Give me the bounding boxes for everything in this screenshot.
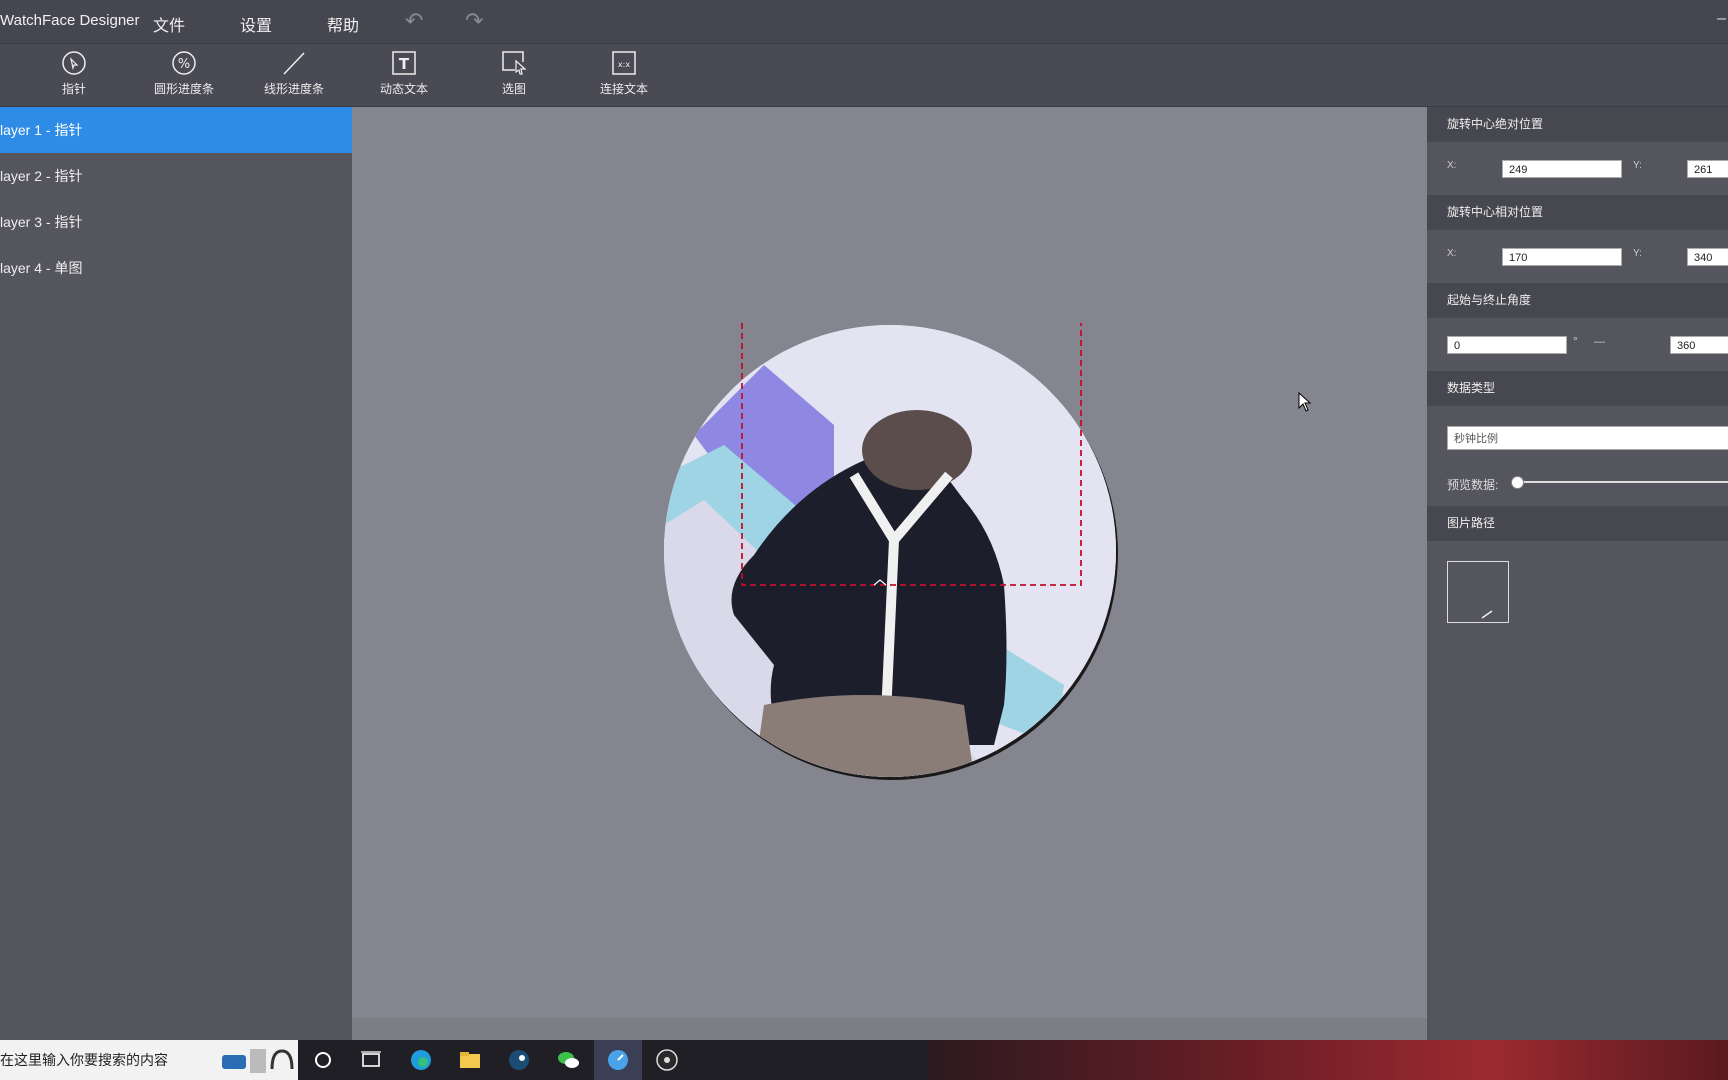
menu-help[interactable]: 帮助 — [327, 12, 359, 36]
preview-data-label: 预览数据: — [1447, 478, 1499, 492]
image-path-body — [1427, 541, 1728, 641]
rel-y-label: Y: — [1633, 248, 1642, 259]
tool-pointer[interactable]: 指针 — [19, 50, 129, 97]
tool-select-image[interactable]: 选图 — [459, 50, 569, 97]
abs-x-label: X: — [1447, 160, 1457, 171]
steam-icon[interactable] — [506, 1048, 532, 1072]
taskbar-search-input[interactable]: 在这里输入你要搜索的内容 — [0, 1040, 298, 1080]
text-glyph: T — [399, 55, 410, 73]
system-tray-wallpaper — [928, 1040, 1728, 1080]
cortana-icon[interactable] — [310, 1048, 336, 1072]
abs-y-input[interactable]: 261 — [1687, 160, 1728, 178]
tool-label: 选图 — [501, 82, 526, 96]
search-doodle-icon — [222, 1049, 294, 1073]
layer-item-2[interactable]: layer 2 - 指针 — [0, 153, 352, 199]
rel-y-input[interactable]: 340 — [1687, 248, 1728, 266]
image-thumbnail[interactable] — [1447, 561, 1509, 623]
select-image-icon — [502, 51, 527, 75]
wechat-icon[interactable] — [555, 1048, 581, 1072]
tool-circle-progress[interactable]: % 圆形进度条 — [129, 50, 239, 97]
tool-label: 圆形进度条 — [153, 82, 214, 96]
toolbar: 指针 % 圆形进度条 线形进度条 T 动态文本 选图 x:x 连接文本 — [0, 44, 1728, 107]
obs-icon[interactable] — [654, 1048, 680, 1072]
search-placeholder: 在这里输入你要搜索的内容 — [0, 1052, 168, 1068]
tool-dynamic-text[interactable]: T 动态文本 — [349, 50, 459, 97]
angle-header: 起始与终止角度 — [1427, 283, 1728, 318]
menu-settings[interactable]: 设置 — [240, 12, 272, 36]
preview-slider-track[interactable] — [1515, 481, 1728, 483]
layer-item-3[interactable]: layer 3 - 指针 — [0, 199, 352, 245]
menu-file[interactable]: 文件 — [153, 12, 185, 36]
rel-position-row: X: 170 Y: 340 — [1427, 230, 1728, 283]
tool-line-progress[interactable]: 线形进度条 — [239, 50, 349, 97]
minimize-button[interactable]: – — [1717, 10, 1726, 28]
rel-x-label: X: — [1447, 248, 1457, 259]
task-view-icon[interactable] — [358, 1048, 384, 1072]
tool-label: 动态文本 — [379, 82, 428, 96]
abs-position-header: 旋转中心绝对位置 — [1427, 107, 1728, 142]
image-path-header: 图片路径 — [1427, 506, 1728, 541]
layers-panel: layer 1 - 指针 layer 2 - 指针 layer 3 - 指针 l… — [0, 107, 352, 1042]
rel-x-input[interactable]: 170 — [1502, 248, 1622, 266]
properties-panel: 旋转中心绝对位置 X: 249 Y: 261 旋转中心相对位置 X: 170 Y… — [1427, 107, 1728, 1042]
tool-link-text[interactable]: x:x 连接文本 — [569, 50, 679, 97]
link-text-icon: x:x — [612, 51, 636, 75]
dynamic-text-icon: T — [392, 51, 416, 75]
undo-icon[interactable]: ↶ — [405, 8, 423, 34]
app-title: WatchFace Designer — [0, 12, 140, 29]
layer-item-4[interactable]: layer 4 - 单图 — [0, 245, 352, 291]
mouse-cursor-icon — [1298, 392, 1312, 412]
circle-progress-icon: % — [172, 51, 196, 75]
taskbar: 在这里输入你要搜索的内容 — [0, 1040, 1728, 1080]
rel-position-header: 旋转中心相对位置 — [1427, 195, 1728, 230]
abs-position-row: X: 249 Y: 261 — [1427, 142, 1728, 195]
data-type-select[interactable]: 秒钟比例 — [1447, 426, 1728, 450]
abs-y-label: Y: — [1633, 160, 1642, 171]
percent-glyph: % — [178, 57, 190, 72]
pointer-icon — [62, 51, 86, 75]
degree-symbol: ° — [1573, 334, 1578, 348]
preview-slider-thumb[interactable] — [1511, 476, 1524, 489]
data-type-header: 数据类型 — [1427, 371, 1728, 406]
layer-item-1[interactable]: layer 1 - 指针 — [0, 107, 352, 153]
taskbar-active-app[interactable] — [594, 1040, 642, 1080]
tool-label: 连接文本 — [599, 82, 648, 96]
data-type-body: 秒钟比例 预览数据: — [1427, 406, 1728, 506]
link-glyph: x:x — [618, 60, 630, 69]
edge-browser-icon[interactable] — [408, 1048, 434, 1072]
hand-image-thumbnail-icon — [1481, 610, 1493, 619]
line-progress-icon — [283, 52, 305, 75]
end-angle-input[interactable]: 360 — [1670, 336, 1728, 354]
hand-bounding-box[interactable] — [740, 323, 1085, 588]
abs-x-input[interactable]: 249 — [1502, 160, 1622, 178]
start-angle-input[interactable]: 0 — [1447, 336, 1567, 354]
redo-icon[interactable]: ↷ — [465, 8, 483, 34]
file-explorer-icon[interactable] — [457, 1048, 483, 1072]
watchface-designer-icon — [608, 1050, 628, 1070]
angle-row: 0 ° — 360 — [1427, 318, 1728, 371]
range-dash: — — [1594, 336, 1605, 348]
tool-label: 线形进度条 — [263, 82, 324, 96]
title-bar: WatchFace Designer 文件 设置 帮助 ↶ ↷ – — [0, 0, 1728, 44]
tool-label: 指针 — [61, 82, 86, 96]
